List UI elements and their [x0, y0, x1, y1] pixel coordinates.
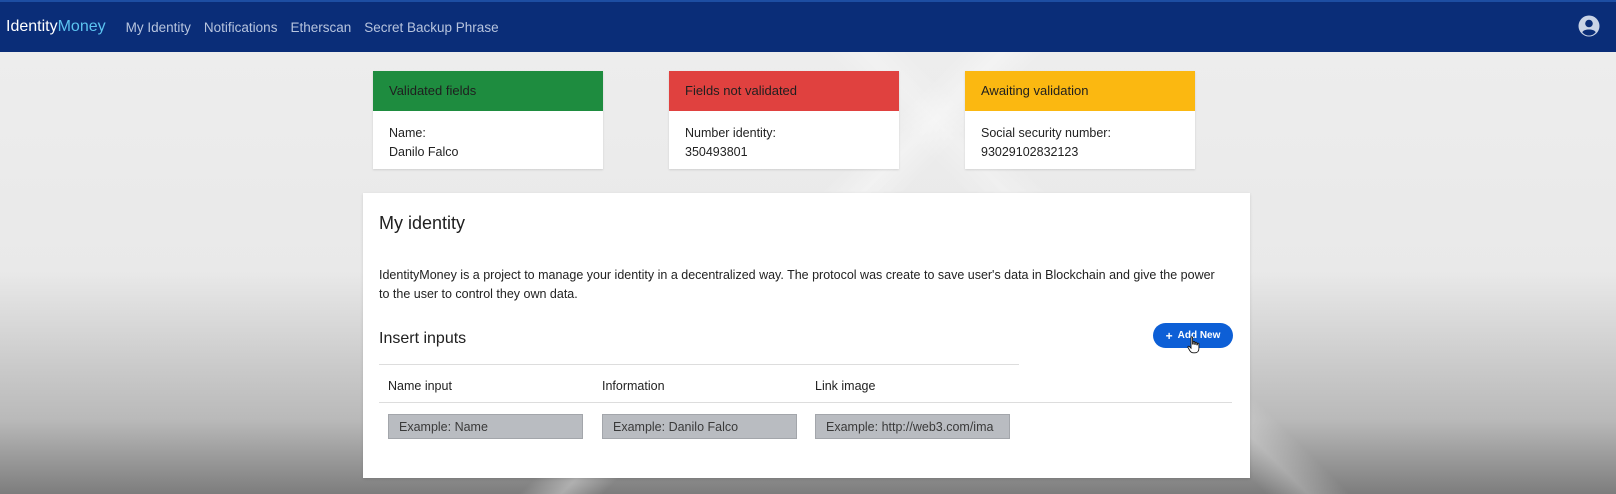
page-title: My identity	[379, 213, 466, 233]
nav-link-my-identity[interactable]: My Identity	[126, 20, 191, 35]
name-input-field[interactable]	[388, 414, 583, 439]
status-card-validated: Validated fields Name: Danilo Falco	[373, 71, 603, 169]
status-card-header: Awaiting validation	[965, 71, 1195, 111]
status-card-body: Number identity: 350493801	[669, 111, 899, 162]
column-header-name-input: Name input	[388, 379, 452, 393]
project-description: IdentityMoney is a project to manage you…	[379, 268, 1215, 301]
hand-cursor-icon	[1187, 336, 1200, 354]
field-value: 93029102832123	[981, 145, 1079, 159]
status-card-header: Validated fields	[373, 71, 603, 111]
status-card-body: Name: Danilo Falco	[373, 111, 603, 162]
column-header-information: Information	[602, 379, 665, 393]
plus-icon: +	[1165, 328, 1173, 343]
field-label: Social security number:	[981, 126, 1111, 140]
status-card-not-validated: Fields not validated Number identity: 35…	[669, 71, 899, 169]
status-card-awaiting: Awaiting validation Social security numb…	[965, 71, 1195, 169]
user-circle-icon[interactable]	[1578, 15, 1600, 37]
field-value: Danilo Falco	[389, 145, 459, 159]
status-card-header: Fields not validated	[669, 71, 899, 111]
link-image-input-field[interactable]	[815, 414, 1010, 439]
field-value: 350493801	[685, 145, 748, 159]
my-identity-card: My identity IdentityMoney is a project t…	[363, 193, 1250, 478]
brand-logo[interactable]: IdentityMoney	[6, 18, 106, 36]
nav-link-etherscan[interactable]: Etherscan	[290, 20, 351, 35]
information-input-field[interactable]	[602, 414, 797, 439]
divider	[379, 364, 1019, 365]
column-header-link-image: Link image	[815, 379, 876, 393]
nav-link-secret-backup-phrase[interactable]: Secret Backup Phrase	[364, 20, 498, 35]
section-title: Insert inputs	[379, 330, 467, 347]
field-label: Name:	[389, 126, 426, 140]
top-navbar: IdentityMoney My Identity Notifications …	[0, 0, 1616, 52]
table-header-divider	[379, 402, 1232, 403]
brand-text-identity: Identity	[6, 18, 58, 35]
status-card-body: Social security number: 93029102832123	[965, 111, 1195, 162]
brand-text-money: Money	[57, 18, 106, 35]
nav-link-notifications[interactable]: Notifications	[204, 20, 278, 35]
field-label: Number identity:	[685, 126, 777, 140]
